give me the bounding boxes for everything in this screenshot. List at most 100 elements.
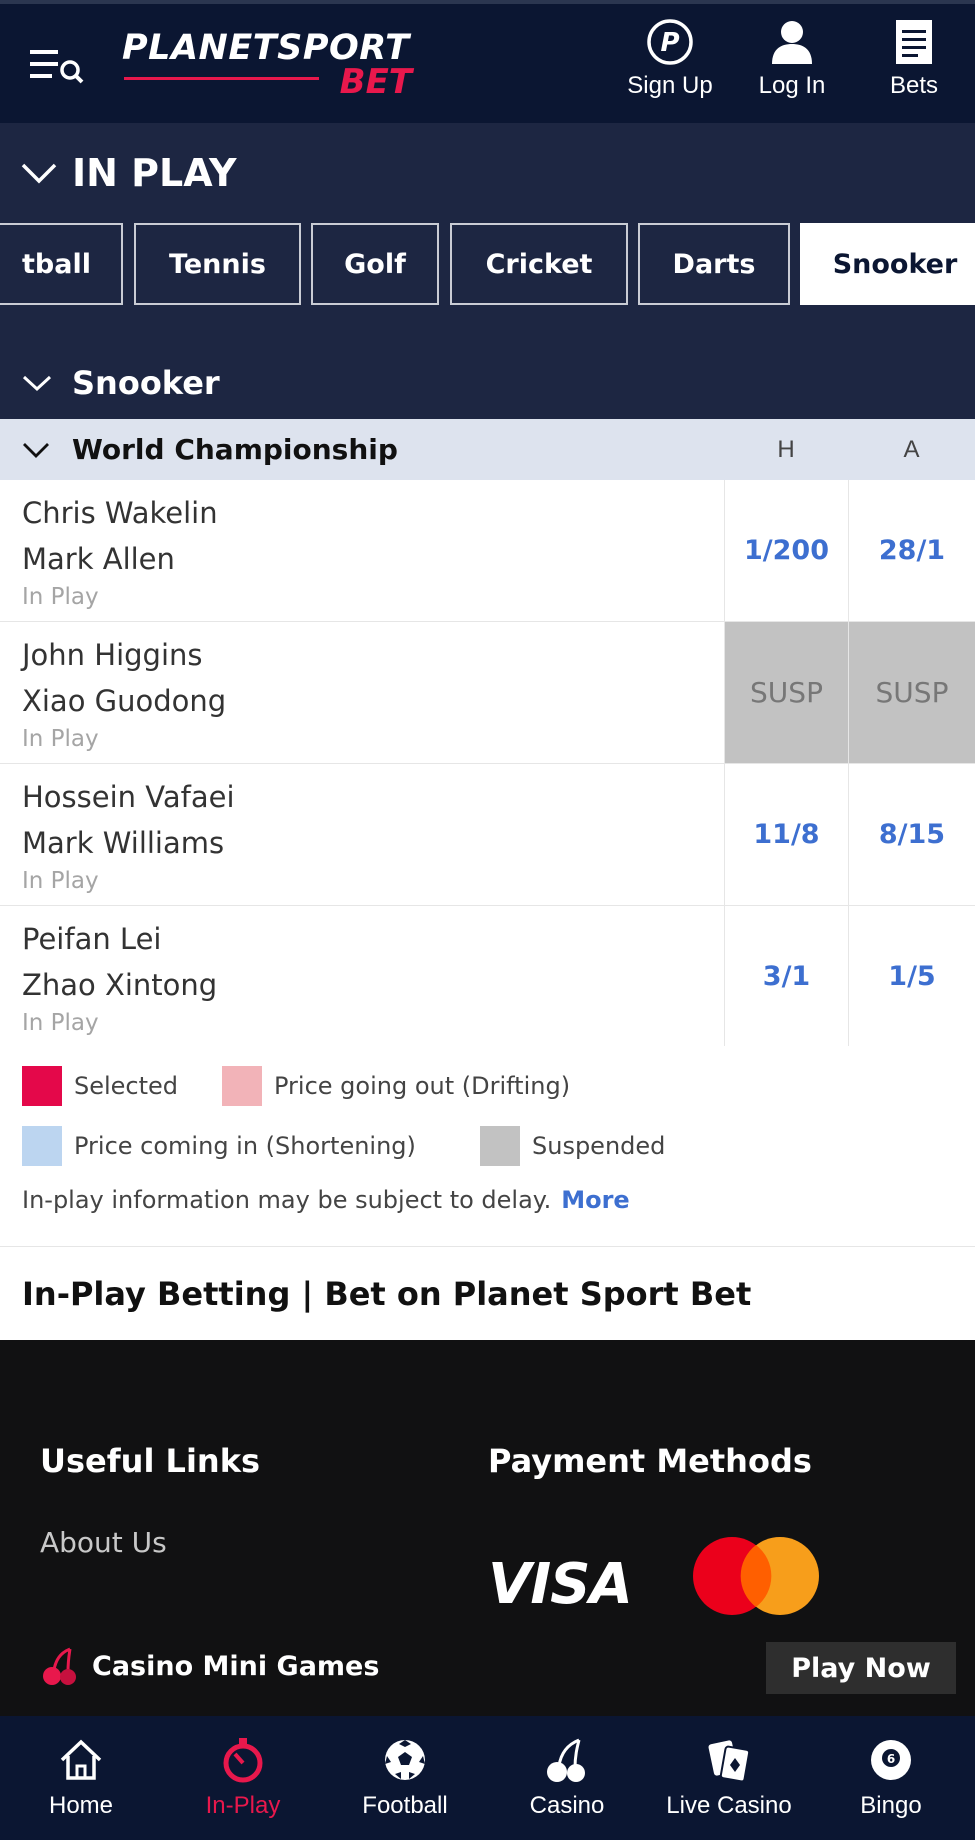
nav-label: Bingo	[860, 1792, 922, 1819]
sign-up-label: Sign Up	[627, 72, 713, 99]
top-header: PLANETSPORT BET P Sign Up Log In Bets	[0, 0, 975, 123]
stopwatch-icon	[223, 1738, 263, 1783]
in-play-section: IN PLAY tball Tennis Golf Cricket Darts …	[0, 123, 975, 347]
column-home: H	[777, 435, 795, 463]
logo-text-bottom: BET	[339, 62, 412, 102]
legend-label: Price coming in (Shortening)	[74, 1132, 416, 1160]
delay-notice: In-play information may be subject to de…	[22, 1186, 630, 1214]
tab-label: Snooker	[832, 248, 958, 280]
nav-label: Casino	[529, 1792, 605, 1819]
legend-selected: Selected	[22, 1066, 178, 1106]
away-player: Zhao Xintong	[22, 968, 218, 1002]
tab-football[interactable]: tball	[0, 223, 123, 305]
tab-label: Golf	[344, 248, 406, 280]
legend-drifting: Price going out (Drifting)	[222, 1066, 570, 1106]
odds-away-button[interactable]: 1/5	[848, 906, 975, 1047]
tab-label: Tennis	[169, 248, 266, 280]
odds-away-button[interactable]: 28/1	[848, 480, 975, 621]
bets-label: Bets	[889, 72, 939, 99]
nav-label: Football	[362, 1792, 448, 1819]
sign-up-button[interactable]: P Sign Up	[618, 18, 722, 113]
tab-tennis[interactable]: Tennis	[134, 223, 301, 305]
match-row[interactable]: John Higgins Xiao Guodong In Play SUSP S…	[0, 622, 975, 764]
match-status: In Play	[22, 726, 99, 752]
in-play-toggle[interactable]: IN PLAY	[20, 151, 237, 195]
cherries-icon	[43, 1647, 76, 1685]
play-now-button[interactable]: Play Now	[766, 1642, 956, 1694]
bottom-nav: Home In-Play Football Casino Live Casino…	[0, 1716, 975, 1840]
swatch-selected	[22, 1066, 62, 1106]
planet-p-icon: P	[647, 19, 693, 65]
home-icon	[60, 1739, 102, 1780]
match-row[interactable]: Chris Wakelin Mark Allen In Play 1/200 2…	[0, 480, 975, 622]
nav-home[interactable]: Home	[0, 1716, 162, 1840]
tab-label: Darts	[672, 248, 756, 280]
legend-shortening: Price coming in (Shortening)	[22, 1126, 416, 1166]
legend-label: Suspended	[532, 1132, 666, 1160]
footer: Useful Links Payment Methods About Us VI…	[0, 1340, 975, 1716]
nav-bingo[interactable]: 6 Bingo	[810, 1716, 972, 1840]
match-teams: John Higgins Xiao Guodong	[22, 632, 226, 724]
odds-away-button[interactable]: 8/15	[848, 764, 975, 905]
nav-label: Live Casino	[666, 1792, 792, 1819]
tab-snooker[interactable]: Snooker	[800, 223, 975, 305]
more-link[interactable]: More	[561, 1186, 629, 1214]
tab-golf[interactable]: Golf	[311, 223, 439, 305]
playing-cards-icon	[708, 1740, 751, 1783]
swatch-shortening	[22, 1126, 62, 1166]
tab-darts[interactable]: Darts	[638, 223, 790, 305]
svg-text:6: 6	[887, 1752, 895, 1766]
match-row[interactable]: Hossein Vafaei Mark Williams In Play 11/…	[0, 764, 975, 906]
delay-text: In-play information may be subject to de…	[22, 1186, 552, 1214]
odds-home-button[interactable]: 11/8	[724, 764, 848, 905]
betslip-icon	[896, 20, 932, 64]
casino-mini-games[interactable]: Casino Mini Games	[40, 1646, 379, 1686]
menu-search-icon[interactable]	[30, 46, 92, 86]
away-player: Mark Williams	[22, 826, 225, 860]
swatch-drifting	[222, 1066, 262, 1106]
cherries-icon	[547, 1738, 585, 1782]
tab-label: Cricket	[485, 248, 593, 280]
sport-section-title: Snooker	[72, 364, 220, 402]
snooker-section-header[interactable]: Snooker	[0, 347, 975, 419]
nav-casino[interactable]: Casino	[486, 1716, 648, 1840]
legend-label: Price going out (Drifting)	[274, 1072, 571, 1100]
bets-button[interactable]: Bets	[868, 18, 960, 113]
nav-in-play[interactable]: In-Play	[162, 1716, 324, 1840]
home-player: Hossein Vafaei	[22, 780, 235, 814]
nav-football[interactable]: Football	[324, 1716, 486, 1840]
away-player: Mark Allen	[22, 542, 175, 576]
swatch-suspended	[480, 1126, 520, 1166]
chevron-down-icon	[21, 163, 57, 184]
about-us-link[interactable]: About Us	[40, 1526, 167, 1559]
home-player: Peifan Lei	[22, 922, 162, 956]
svg-text:P: P	[660, 28, 679, 58]
match-row[interactable]: Peifan Lei Zhao Xintong In Play 3/1 1/5	[0, 906, 975, 1048]
tab-label: tball	[22, 248, 91, 280]
nav-label: In-Play	[205, 1792, 281, 1819]
match-status: In Play	[22, 1010, 99, 1036]
in-play-title: IN PLAY	[72, 151, 237, 195]
planetsport-bet-logo[interactable]: PLANETSPORT BET	[122, 28, 412, 108]
competition-header[interactable]: World Championship H A	[0, 419, 975, 480]
match-teams: Hossein Vafaei Mark Williams	[22, 774, 235, 866]
match-teams: Chris Wakelin Mark Allen	[22, 490, 218, 582]
legend-label: Selected	[74, 1072, 179, 1100]
odds-home-suspended: SUSP	[724, 622, 848, 763]
nav-live-casino[interactable]: Live Casino	[648, 1716, 810, 1840]
nav-label: Home	[48, 1792, 114, 1819]
odds-home-button[interactable]: 1/200	[724, 480, 848, 621]
odds-home-button[interactable]: 3/1	[724, 906, 848, 1047]
away-player: Xiao Guodong	[22, 684, 227, 718]
user-icon	[772, 21, 812, 64]
competition-title: World Championship	[72, 433, 398, 466]
match-status: In Play	[22, 868, 99, 894]
odds-away-suspended: SUSP	[848, 622, 975, 763]
chevron-down-icon	[22, 375, 52, 392]
casino-mini-label: Casino Mini Games	[92, 1650, 380, 1682]
home-player: John Higgins	[22, 638, 203, 672]
tab-cricket[interactable]: Cricket	[450, 223, 628, 305]
useful-links-heading: Useful Links	[40, 1442, 261, 1480]
legend-suspended: Suspended	[480, 1126, 665, 1166]
log-in-button[interactable]: Log In	[740, 18, 844, 113]
